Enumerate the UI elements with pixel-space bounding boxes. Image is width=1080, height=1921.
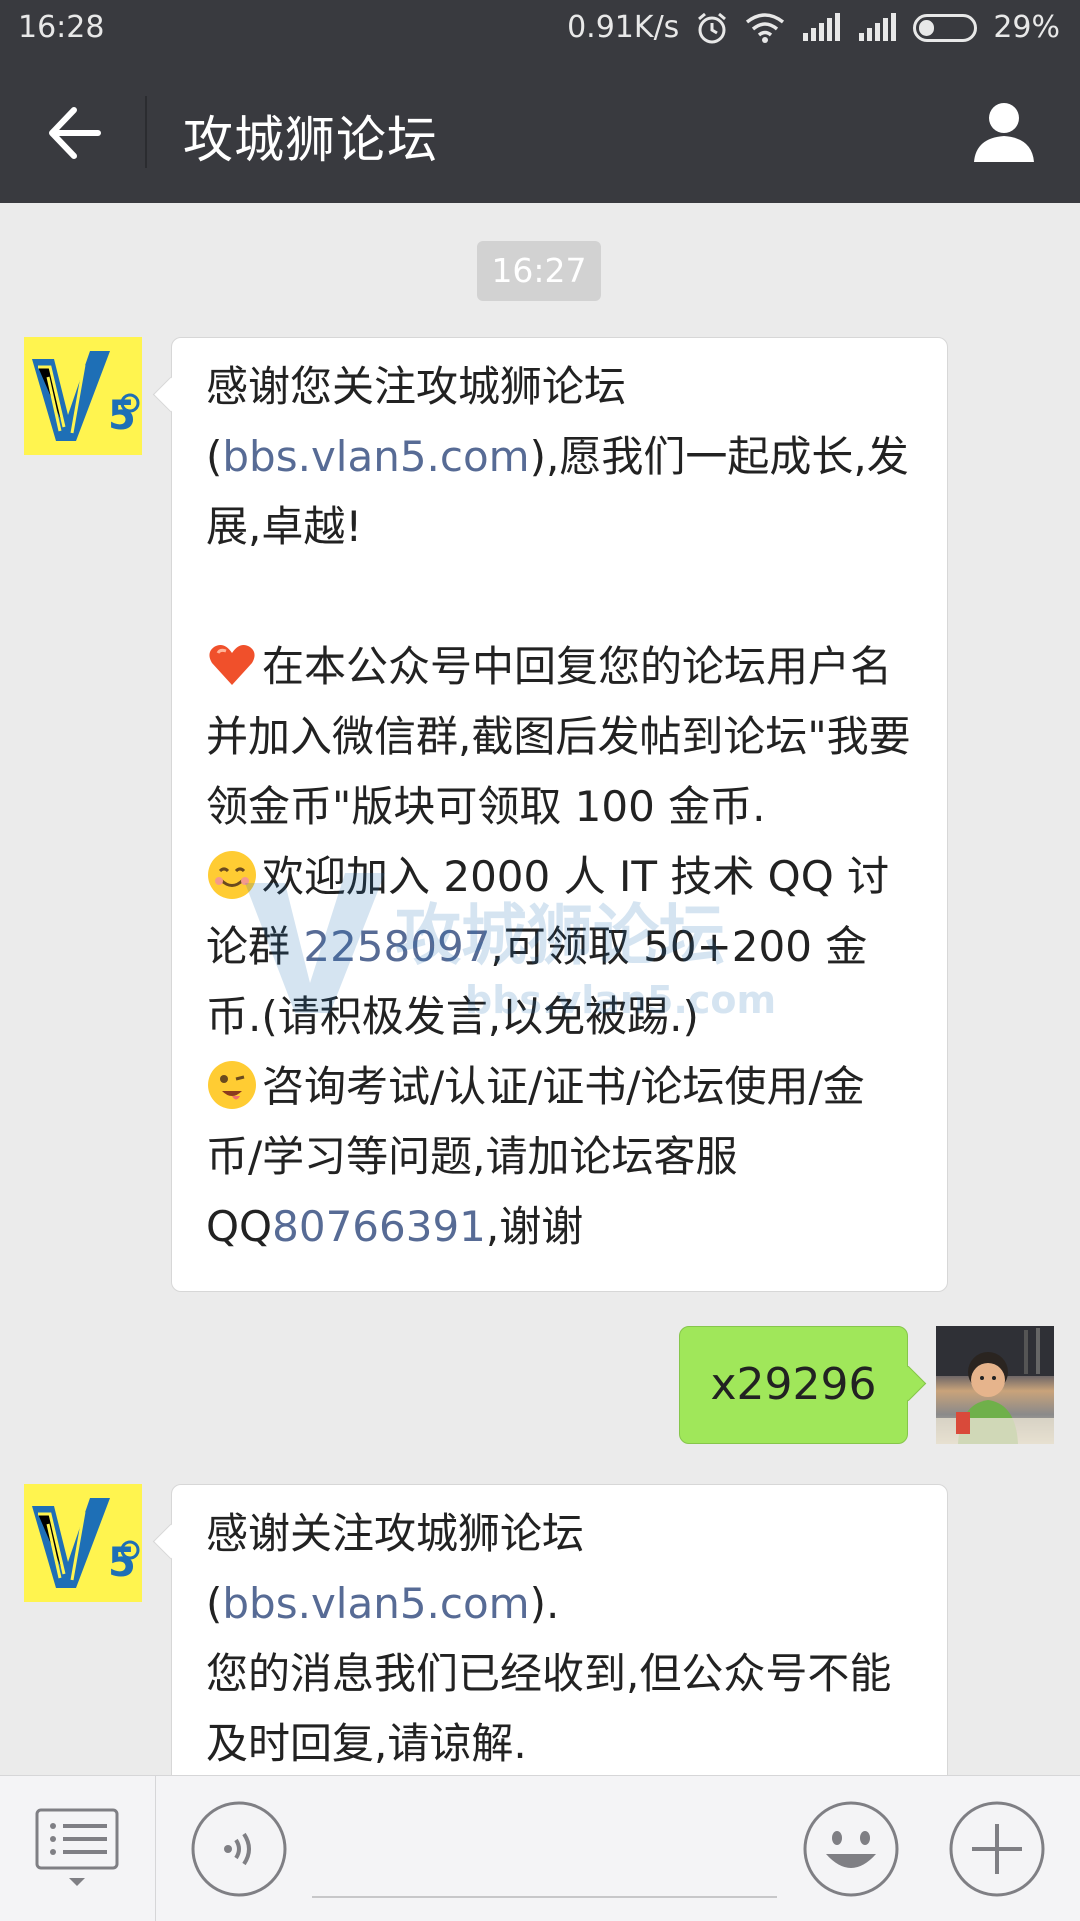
message-1-intro: 感谢您关注攻城狮论坛(bbs.vlan5.com),愿我们一起成长,发展,卓越!	[206, 362, 909, 551]
page-title: 攻城狮论坛	[183, 111, 438, 169]
person-icon[interactable]	[968, 96, 1040, 168]
input-bar	[0, 1775, 1080, 1921]
smiling-face-icon	[206, 849, 258, 901]
heart-icon	[206, 639, 258, 691]
v5-logo-icon: 5	[32, 1498, 140, 1588]
message-3-intro: 感谢关注攻城狮论坛(bbs.vlan5.com).	[206, 1509, 585, 1628]
status-bar: 16:28 0.91K/s 29%	[0, 0, 1080, 60]
support-qq-link[interactable]: 80766391	[272, 1202, 486, 1251]
forum-link[interactable]: bbs.vlan5.com	[222, 432, 529, 481]
battery-percent: 29%	[993, 10, 1060, 45]
back-arrow-icon[interactable]	[40, 98, 110, 168]
smiley-icon[interactable]	[802, 1800, 900, 1898]
message-bubble-3[interactable]: 感谢关注攻城狮论坛(bbs.vlan5.com). 您的消息我们已经收到,但公众…	[171, 1484, 948, 1775]
v5-logo-icon: 5	[32, 351, 140, 441]
nav-divider	[145, 96, 147, 168]
chat-timestamp: 16:27	[477, 241, 601, 301]
signal-icon-2	[857, 12, 897, 43]
forum-link-2[interactable]: bbs.vlan5.com	[222, 1579, 529, 1628]
signal-icon-1	[801, 12, 841, 43]
wifi-icon	[745, 12, 785, 44]
user-photo	[936, 1326, 1054, 1444]
battery-icon	[913, 13, 978, 42]
status-time: 16:28	[18, 10, 105, 45]
message-input[interactable]	[312, 1896, 777, 1898]
chat-area[interactable]: 16:27 5 感谢您关注攻城狮论坛(bbs.vlan5.com),愿我们一起成…	[0, 203, 1080, 1775]
voice-icon[interactable]	[190, 1800, 288, 1898]
message-bubble-2[interactable]: x29296	[679, 1326, 908, 1444]
status-right: 0.91K/s 29%	[567, 10, 1060, 45]
network-speed: 0.91K/s	[567, 10, 680, 45]
message-3-para-1: 您的消息我们已经收到,但公众号不能及时回复,请谅解.	[206, 1649, 892, 1768]
official-avatar-2[interactable]: 5	[24, 1484, 142, 1602]
input-bar-divider	[155, 1776, 156, 1921]
plus-icon[interactable]	[948, 1800, 1046, 1898]
nav-bar: 攻城狮论坛	[0, 60, 1080, 203]
message-1-para-2: 欢迎加入 2000 人 IT 技术 QQ 讨论群 2258097,可领取 50+…	[206, 842, 917, 1052]
winking-face-icon	[206, 1059, 258, 1111]
official-avatar[interactable]: 5	[24, 337, 142, 455]
list-menu-icon[interactable]	[35, 1806, 125, 1896]
qq-group-link[interactable]: 2258097	[303, 922, 490, 971]
user-avatar[interactable]	[936, 1326, 1054, 1444]
message-bubble-1[interactable]: 感谢您关注攻城狮论坛(bbs.vlan5.com),愿我们一起成长,发展,卓越!…	[171, 337, 948, 1292]
message-1-para-1: 在本公众号中回复您的论坛用户名并加入微信群,截图后发帖到论坛"我要领金币"版块可…	[206, 632, 917, 842]
alarm-icon	[695, 11, 729, 45]
message-1-para-3: 咨询考试/认证/证书/论坛使用/金币/学习等问题,请加论坛客服QQ8076639…	[206, 1052, 917, 1262]
